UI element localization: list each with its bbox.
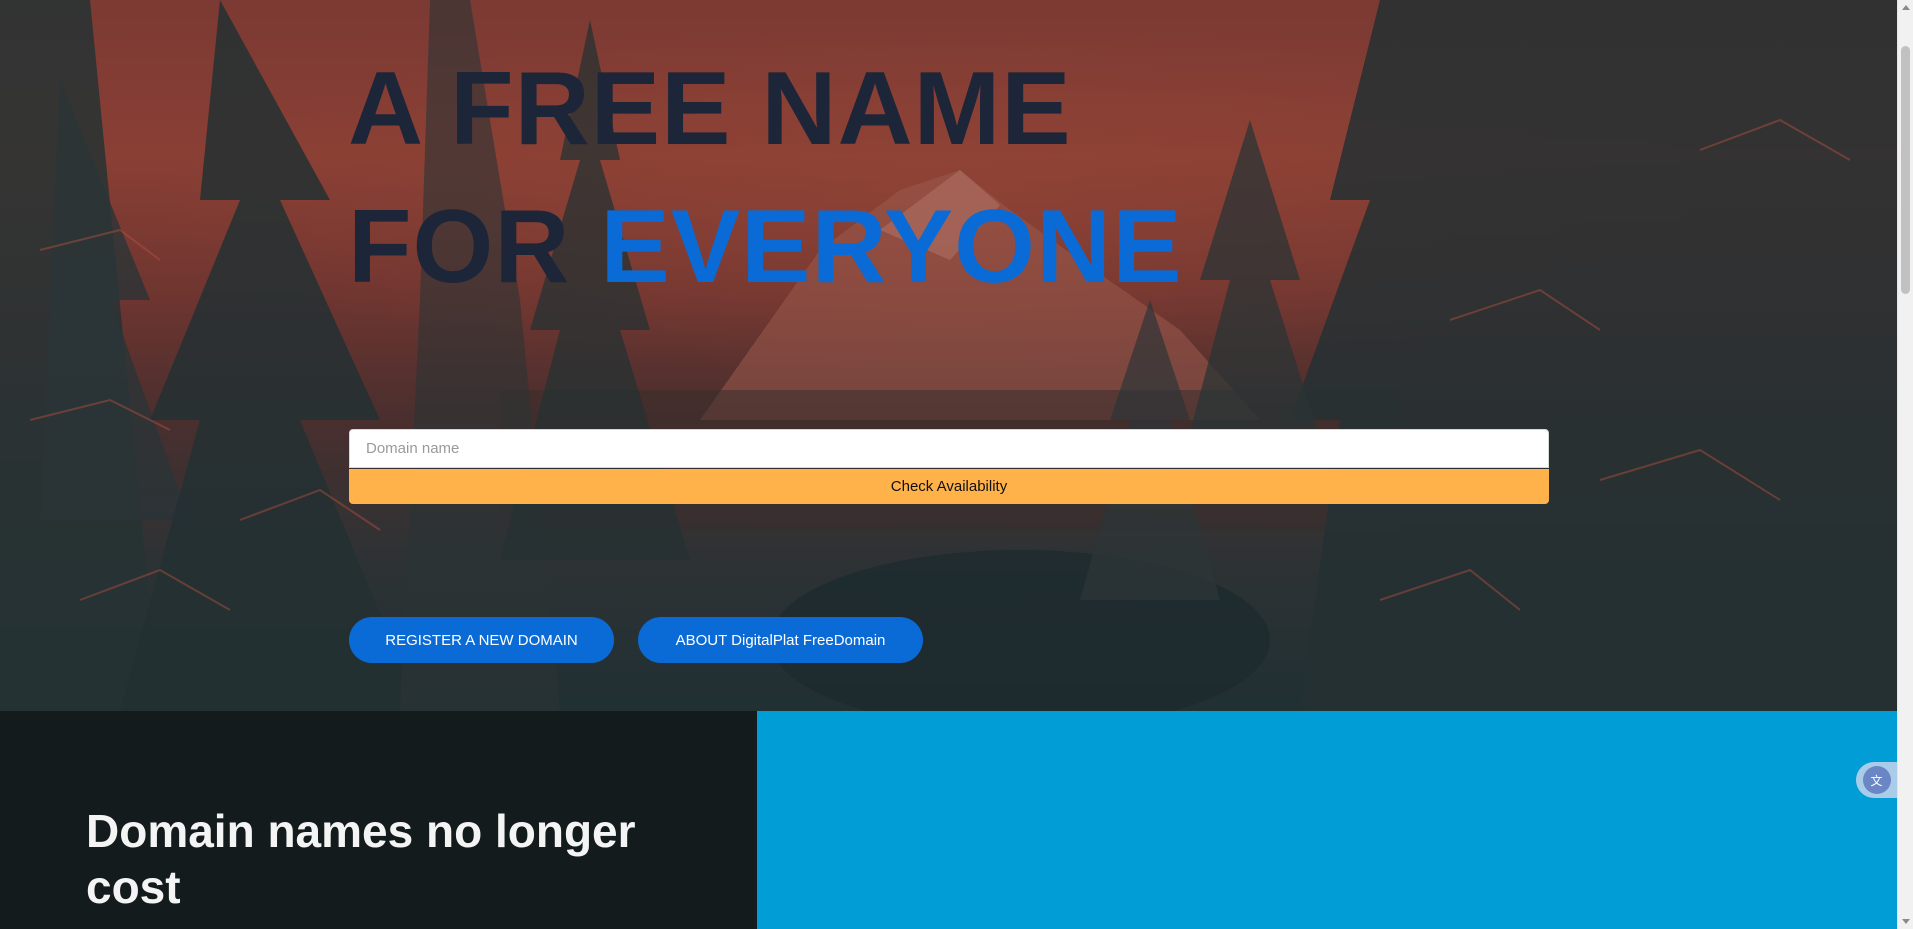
translate-icon[interactable]: 文 (1862, 766, 1891, 794)
check-availability-button[interactable]: Check Availability (349, 469, 1549, 504)
feature-color-panel (757, 711, 1897, 929)
scrollbar-thumb[interactable] (1901, 46, 1910, 294)
translate-widget[interactable]: 文 (1856, 762, 1897, 798)
feature-heading: Domain names no longer cost (86, 805, 636, 913)
headline-line-2-plain: FOR (348, 189, 601, 305)
hero-headline: A FREE NAME FOR EVERYONE (348, 40, 1248, 316)
scroll-up-arrow-icon[interactable] (1902, 5, 1910, 10)
hero-section: A FREE NAME FOR EVERYONE Check Availabil… (0, 0, 1897, 711)
feature-text-panel: Domain names no longer cost (0, 711, 757, 929)
headline-line-2-accent: EVERYONE (600, 189, 1183, 305)
scroll-down-arrow-icon[interactable] (1902, 919, 1910, 924)
headline-line-1: A FREE NAME (348, 51, 1072, 167)
domain-name-input[interactable] (349, 429, 1549, 468)
about-button[interactable]: ABOUT DigitalPlat FreeDomain (638, 617, 923, 663)
page-scrollbar[interactable] (1897, 0, 1913, 929)
register-domain-button[interactable]: REGISTER A NEW DOMAIN (349, 617, 614, 663)
